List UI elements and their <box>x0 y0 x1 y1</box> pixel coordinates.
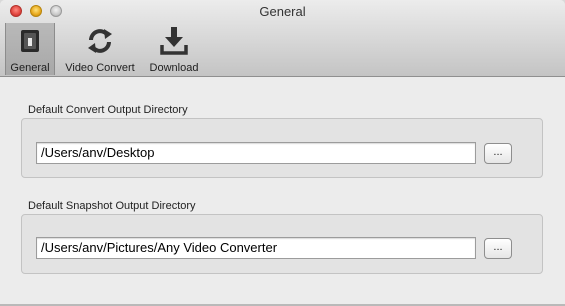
toolbar-item-label: General <box>10 62 50 74</box>
titlebar-toolbar: General General Video Convert Download <box>0 0 565 77</box>
preferences-window: General General Video Convert Download D… <box>0 0 565 306</box>
snapshot-directory-field[interactable]: /Users/anv/Pictures/Any Video Converter <box>36 237 476 259</box>
toolbar-item-label: Video Convert <box>65 62 135 74</box>
toolbar-item-label: Download <box>149 62 199 74</box>
convert-directory-label: Default Convert Output Directory <box>28 104 188 116</box>
general-switch-icon <box>10 25 50 57</box>
toolbar-item-video-convert[interactable]: Video Convert <box>60 23 140 75</box>
snapshot-directory-label: Default Snapshot Output Directory <box>28 200 196 212</box>
toolbar-item-general[interactable]: General <box>5 23 55 75</box>
snapshot-browse-button[interactable]: ... <box>484 238 512 259</box>
refresh-icon <box>80 25 120 57</box>
download-icon <box>154 25 194 57</box>
window-title: General <box>259 4 306 19</box>
convert-directory-field[interactable]: /Users/anv/Desktop <box>36 142 476 164</box>
convert-browse-button[interactable]: ... <box>484 143 512 164</box>
toolbar-item-download[interactable]: Download <box>145 23 203 75</box>
